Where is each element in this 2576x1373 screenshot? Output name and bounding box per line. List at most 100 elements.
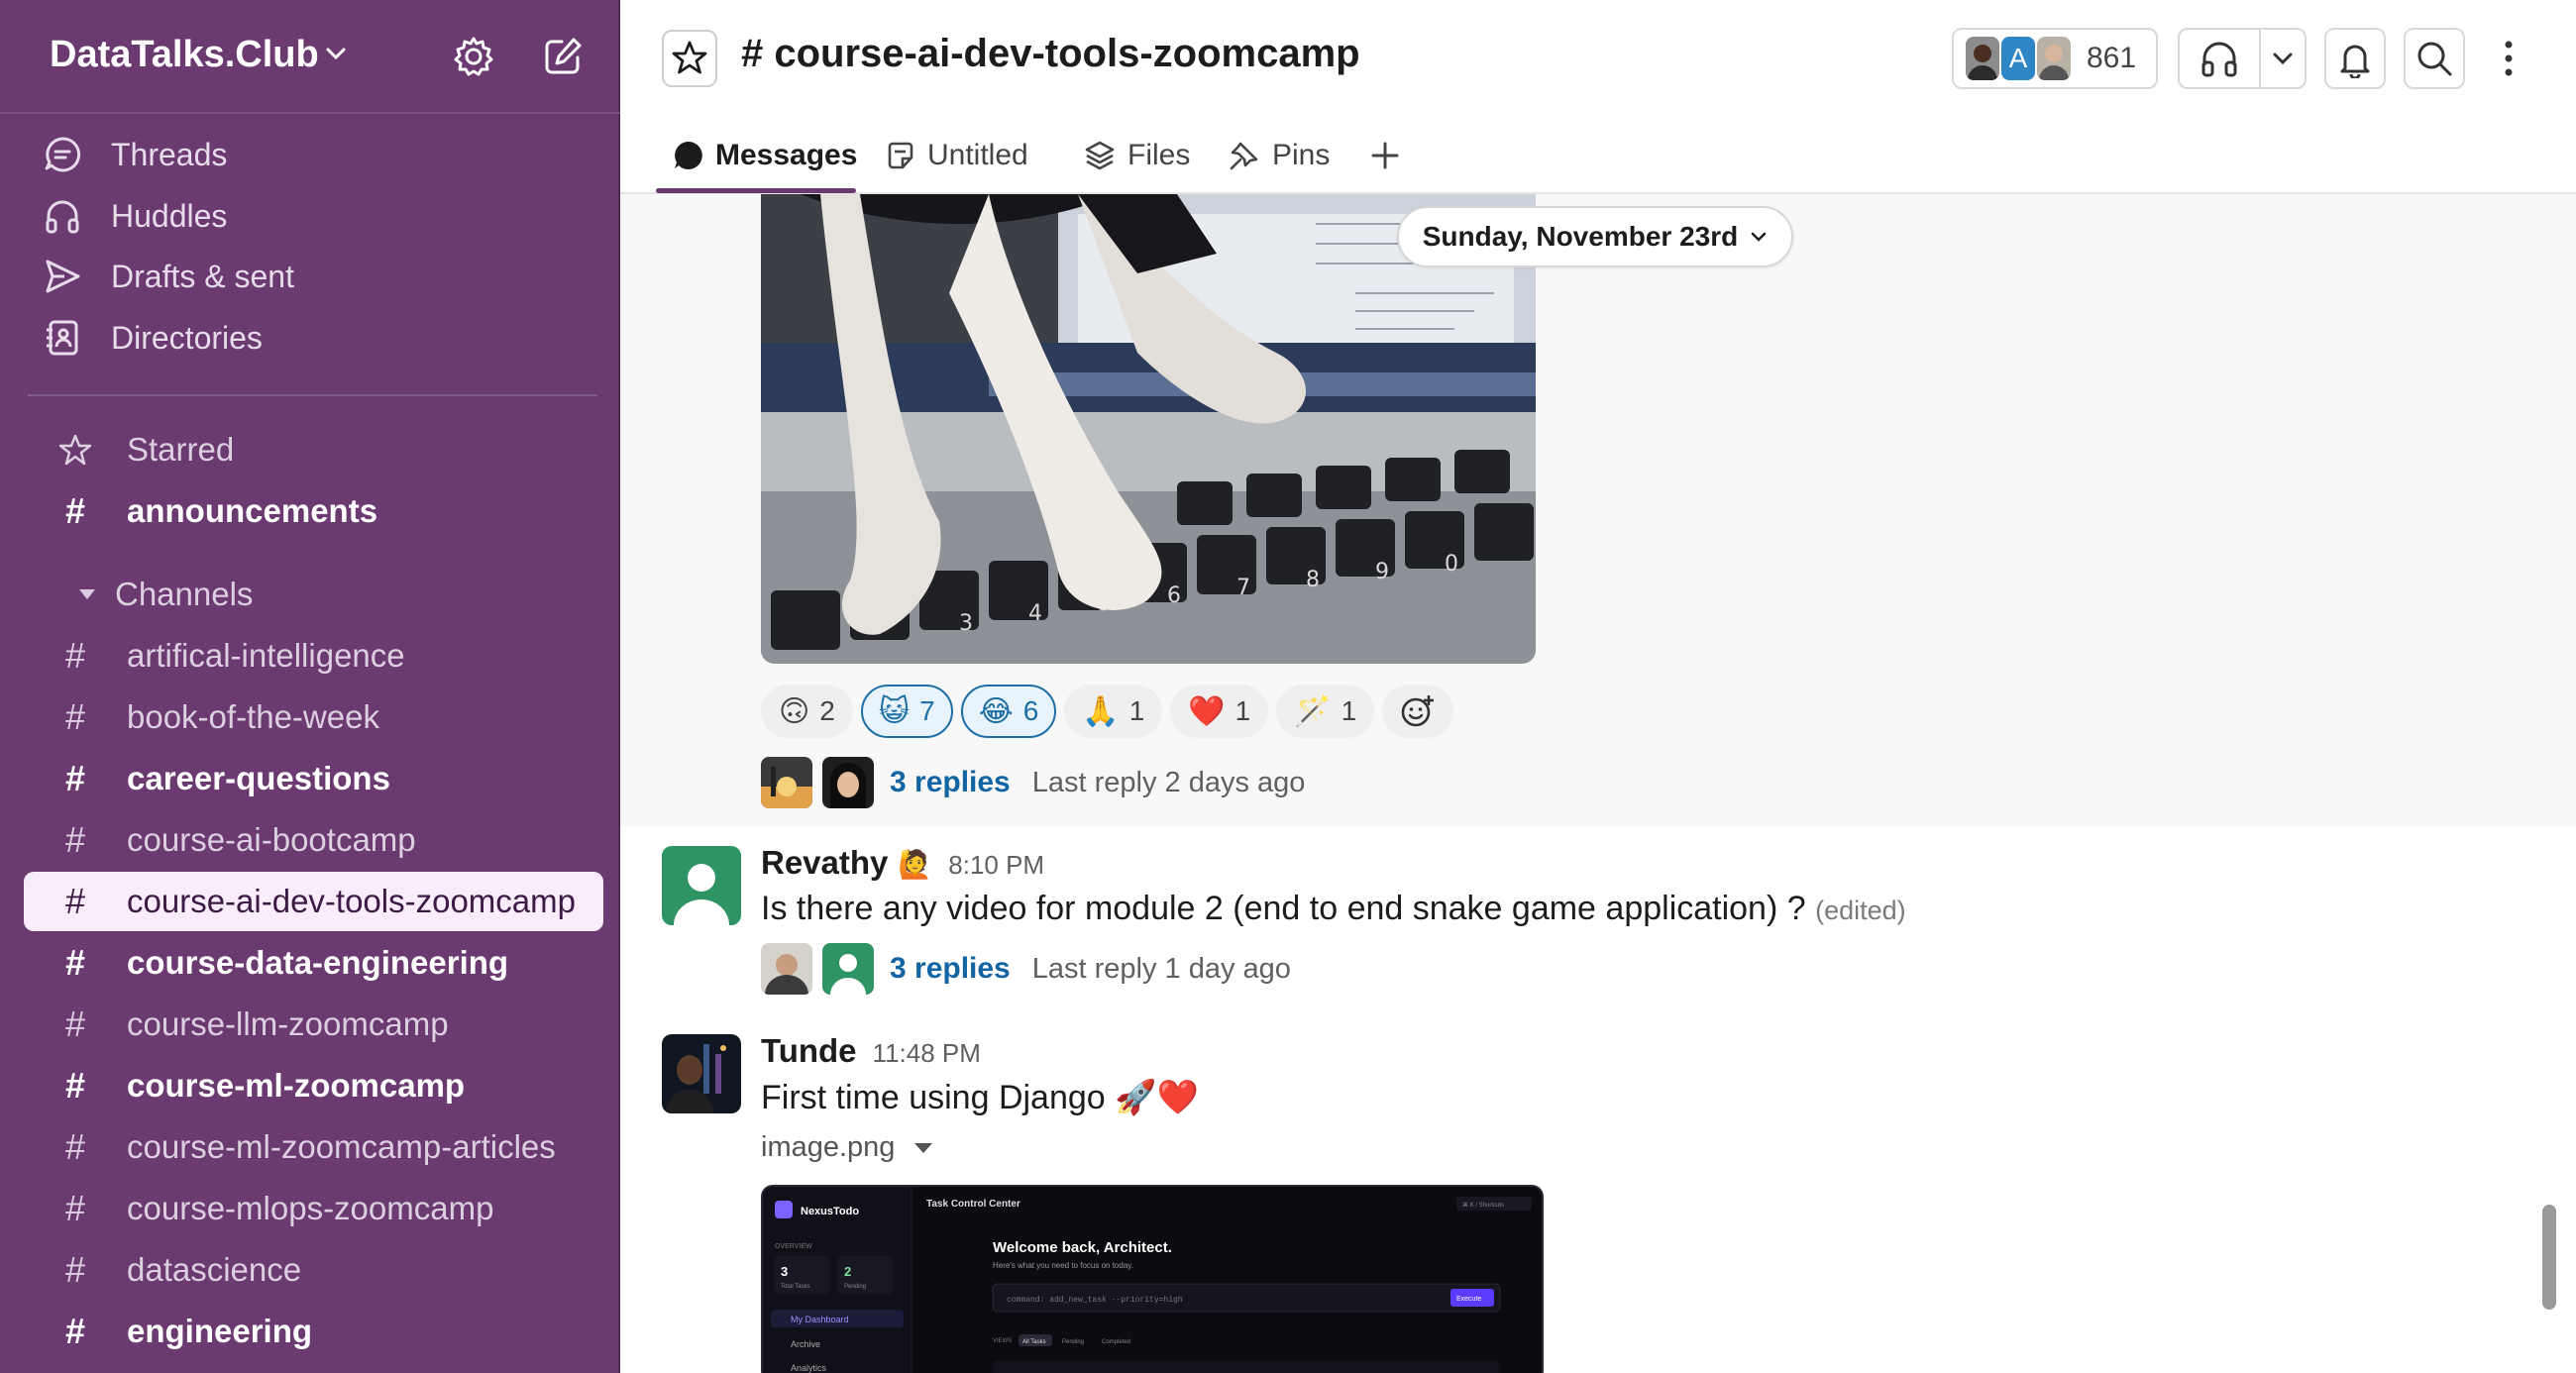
tab-label: Files [1127,139,1191,171]
channel-course-llm-zoomcamp[interactable]: # course-llm-zoomcamp [24,995,603,1054]
sidebar-item-label: Drafts & sent [111,258,294,294]
avatar [822,943,874,995]
plus-icon [1369,140,1401,171]
star-outline-icon [24,433,127,467]
search-button[interactable] [2404,28,2465,89]
reaction-button[interactable]: 😺 7 [860,685,953,738]
avatar[interactable] [662,846,741,925]
reaction-count: 1 [1341,695,1357,726]
channel-engineering[interactable]: # engineering [24,1302,603,1361]
channel-datascience[interactable]: # datascience [24,1240,603,1300]
compose-icon[interactable] [540,34,586,79]
reply-count[interactable]: 3 replies [890,952,1011,986]
reaction-button[interactable]: 🪄 1 [1276,685,1375,738]
workspace-name[interactable]: DataTalks.Club [50,34,319,76]
file-attachment-header[interactable]: image.png [761,1131,934,1164]
date-divider-label: Sunday, November 23rd [1422,221,1739,252]
channel-header: # course-ai-dev-tools-zoomcamp A 861 [620,0,2576,117]
message-timestamp[interactable]: 8:10 PM [948,850,1044,881]
gear-icon[interactable] [451,34,496,79]
add-tab-button[interactable] [1369,117,1401,194]
add-reaction-button[interactable] [1382,685,1454,738]
tab-files[interactable]: Files [1084,117,1190,194]
sidebar-item-drafts[interactable]: Drafts & sent [40,249,294,304]
hash-icon: # [64,1065,86,1106]
channel-course-ml-zoomcamp[interactable]: # course-ml-zoomcamp [24,1056,603,1115]
avatar [2037,37,2071,80]
thread-summary[interactable]: 3 replies Last reply 1 day ago [761,941,1291,997]
channel-label: announcements [127,492,378,529]
reaction-button[interactable]: 🙏 1 [1064,685,1163,738]
app-welcome: Welcome back, Architect. [993,1239,1172,1256]
members-button[interactable]: A 861 [1952,28,2158,89]
app-brand: NexusTodo [801,1206,859,1217]
channel-label: artifical-intelligence [127,637,405,674]
sidebar-item-threads[interactable]: Threads [40,127,227,182]
huddle-button[interactable] [2178,28,2307,89]
app-command: command: add_new_task --priority=high [1007,1296,1183,1305]
channel-course-data-engineering[interactable]: # course-data-engineering [24,933,603,993]
attached-image[interactable]: NexusTodo OVERVIEW 3 Total Tasks 2 Pendi… [761,1185,1544,1373]
message-timestamp[interactable]: 11:48 PM [873,1038,981,1069]
notifications-button[interactable] [2324,28,2386,89]
channel-title[interactable]: # course-ai-dev-tools-zoomcamp [741,32,1360,76]
reaction-button[interactable]: ❤️ 1 [1170,685,1269,738]
headphones-icon [2199,38,2240,79]
star-channel-button[interactable] [662,30,717,87]
date-divider-button[interactable]: Sunday, November 23rd [1397,206,1793,267]
hash-icon: # [64,1003,86,1044]
sidebar-item-label: Threads [111,136,228,172]
directory-icon [40,315,85,361]
more-options-button[interactable] [2489,32,2528,85]
huddle-start[interactable] [2180,30,2261,87]
app-overview-label: OVERVIEW [775,1243,812,1250]
sidebar-item-huddles[interactable]: Huddles [40,188,227,244]
last-reply-time: Last reply 2 days ago [1031,766,1306,798]
reaction-button[interactable]: 😂 6 [960,685,1057,738]
svg-text:0: 0 [1445,552,1458,577]
message-author[interactable]: Tunde [761,1032,857,1070]
active-tab-indicator [656,188,856,193]
app-nav-analytics: Analytics [791,1363,827,1373]
reaction-bar: 🙃 2 😺 7 😂 6 🙏 1 ❤️ 1 🪄 1 [761,684,1461,739]
tab-messages[interactable]: Messages [672,117,857,194]
avatar[interactable] [662,1034,741,1113]
channel-course-ai-dev-tools-zoomcamp[interactable]: # course-ai-dev-tools-zoomcamp [24,872,603,931]
chevron-down-icon [2272,52,2294,65]
channel-label: course-ai-bootcamp [127,821,416,858]
channel-career-questions[interactable]: # career-questions [24,749,603,808]
hash-icon: # [64,942,86,983]
channel-course-ml-zoomcamp-articles[interactable]: # course-ml-zoomcamp-articles [24,1117,603,1177]
svg-text:6: 6 [1167,583,1181,608]
channel-tabs: Messages Untitled Files Pins [620,117,2576,194]
message-header: Revathy 🙋 8:10 PM [761,844,1044,882]
reply-count[interactable]: 3 replies [890,766,1011,799]
tab-pins[interactable]: Pins [1229,117,1330,194]
avatar [1966,37,1999,80]
channel-course-ai-bootcamp[interactable]: # course-ai-bootcamp [24,810,603,870]
channel-book-of-the-week[interactable]: # book-of-the-week [24,687,603,747]
message-text: First time using Django 🚀❤️ [761,1079,1199,1116]
sidebar-item-starred[interactable]: Starred [24,420,603,479]
thread-summary[interactable]: 3 replies Last reply 2 days ago [761,755,1305,810]
huddle-options[interactable] [2261,52,2305,65]
reaction-button[interactable]: 🙃 2 [761,685,853,738]
channel-announcements[interactable]: # announcements [24,481,603,541]
scrollbar-thumb[interactable] [2542,1205,2556,1310]
channel-label: course-data-engineering [127,944,509,981]
channels-section-header[interactable]: Channels [59,567,253,622]
channel-artifical-intelligence[interactable]: # artifical-intelligence [24,626,603,686]
message-author[interactable]: Revathy [761,844,888,882]
channels-label: Channels [115,576,254,612]
chevron-down-icon[interactable] [325,46,347,61]
star-icon [671,40,708,77]
sidebar-item-directories[interactable]: Directories [40,310,263,366]
threads-icon [40,132,85,177]
reaction-count: 7 [919,695,935,726]
caret-down-icon [59,587,115,601]
reaction-count: 6 [1022,695,1039,726]
tab-untitled[interactable]: Untitled [886,117,1028,194]
channel-label: course-llm-zoomcamp [127,1005,449,1042]
search-icon [2415,39,2454,78]
channel-course-mlops-zoomcamp[interactable]: # course-mlops-zoomcamp [24,1179,603,1238]
